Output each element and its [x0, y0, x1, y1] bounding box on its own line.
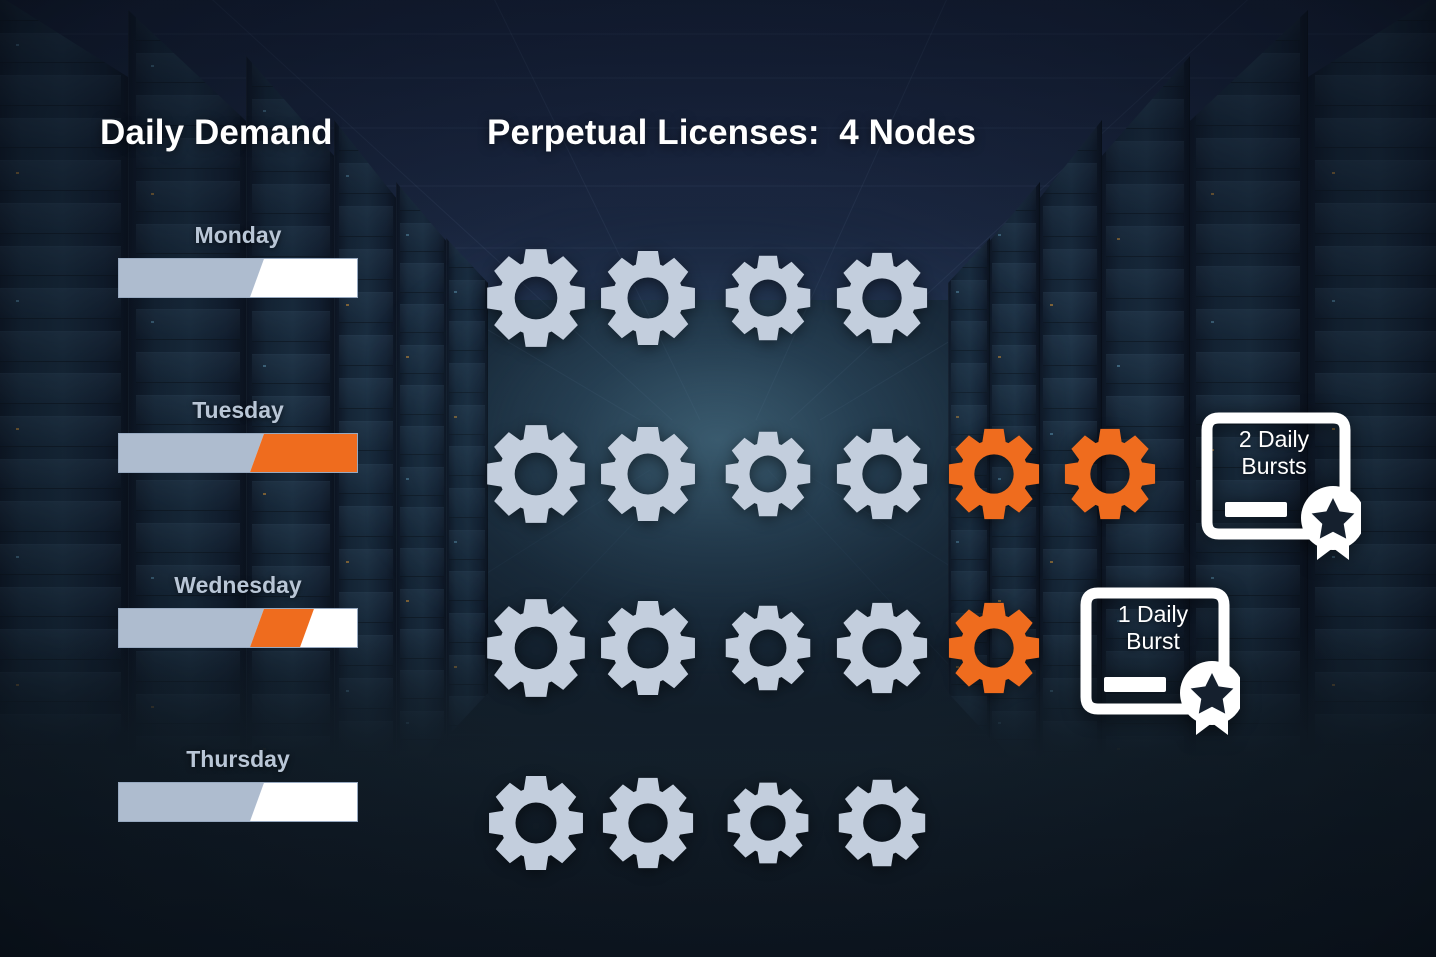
demand-row-thursday: Thursday	[118, 746, 358, 822]
licensed-node-gear-icon[interactable]	[834, 600, 930, 696]
licensed-node-gear-icon[interactable]	[484, 596, 588, 700]
licensed-node-gear-icon[interactable]	[484, 246, 588, 350]
licensed-node-gear-icon[interactable]	[723, 429, 813, 519]
day-label-monday: Monday	[194, 222, 282, 248]
licensed-node-gear-icon[interactable]	[600, 775, 696, 871]
demand-bar-monday[interactable]	[118, 258, 358, 298]
licensed-node-gear-icon[interactable]	[723, 253, 813, 343]
bar-segment-licensed	[119, 609, 266, 647]
day-label-thursday: Thursday	[186, 746, 290, 772]
licensed-node-gear-icon[interactable]	[484, 422, 588, 526]
licensed-node-gear-icon[interactable]	[598, 598, 698, 698]
day-label-wednesday: Wednesday	[174, 572, 302, 598]
tuesday-burst-badge[interactable]: 2 Daily Bursts	[1199, 410, 1361, 560]
wednesday-burst-badge-label: 1 Daily Burst	[1117, 601, 1189, 654]
licensed-node-gear-icon[interactable]	[486, 773, 586, 873]
burst-node-gear-icon[interactable]	[1062, 426, 1158, 522]
demand-row-tuesday: Tuesday	[118, 397, 358, 473]
bar-segment-licensed	[119, 259, 266, 297]
burst-node-gear-icon[interactable]	[946, 426, 1042, 522]
day-label-tuesday: Tuesday	[192, 397, 284, 423]
licensed-node-gear-icon[interactable]	[723, 603, 813, 693]
demand-row-monday: Monday	[118, 222, 358, 298]
demand-bar-tuesday[interactable]	[118, 433, 358, 473]
licensed-node-gear-icon[interactable]	[598, 248, 698, 348]
infographic-canvas: Daily Demand Perpetual Licenses: 4 Nodes…	[0, 0, 1436, 957]
demand-row-wednesday: Wednesday	[118, 572, 358, 648]
bar-segment-licensed	[119, 434, 266, 472]
perpetual-licenses-title: Perpetual Licenses: 4 Nodes	[487, 113, 977, 152]
licensed-node-gear-icon[interactable]	[598, 424, 698, 524]
licensed-node-gear-icon[interactable]	[836, 777, 928, 869]
licensed-node-gear-icon[interactable]	[834, 426, 930, 522]
wednesday-burst-badge[interactable]: 1 Daily Burst	[1078, 585, 1240, 735]
burst-node-gear-icon[interactable]	[946, 600, 1042, 696]
demand-bar-thursday[interactable]	[118, 782, 358, 822]
daily-demand-title: Daily Demand	[100, 113, 333, 152]
demand-bar-wednesday[interactable]	[118, 608, 358, 648]
licensed-node-gear-icon[interactable]	[725, 780, 811, 866]
tuesday-burst-badge-label: 2 Daily Bursts	[1238, 426, 1310, 479]
content-layer: Daily Demand Perpetual Licenses: 4 Nodes…	[0, 0, 1436, 957]
bar-segment-licensed	[119, 783, 266, 821]
licensed-node-gear-icon[interactable]	[834, 250, 930, 346]
bar-segment-burst	[248, 434, 357, 472]
